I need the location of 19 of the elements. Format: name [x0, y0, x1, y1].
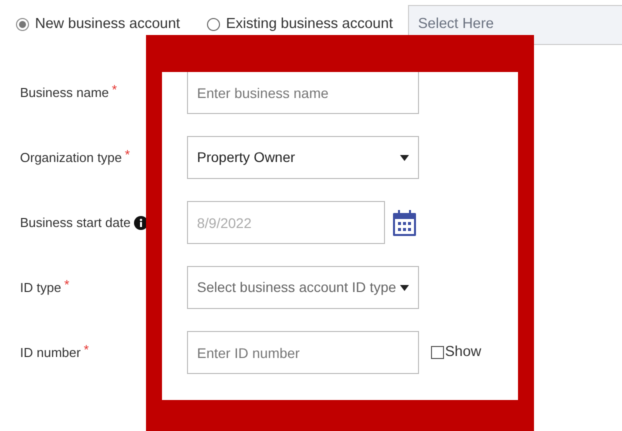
required-mark: *: [64, 276, 70, 294]
dropdown[interactable]: Property Owner: [187, 136, 419, 179]
field-label: Business start date: [20, 214, 131, 232]
show-checkbox[interactable]: Show: [431, 342, 482, 364]
field-label: Organization type: [20, 148, 122, 167]
dropdown[interactable]: Select business account ID type: [187, 266, 419, 309]
required-mark: *: [112, 80, 117, 99]
calendar-icon[interactable]: [393, 210, 416, 236]
text-input[interactable]: Enter business name: [187, 71, 419, 114]
caret-icon: [400, 284, 409, 290]
field-label: ID number: [20, 344, 81, 362]
required-mark: *: [124, 146, 130, 164]
text-input[interactable]: Enter ID number: [187, 331, 419, 374]
radio-option[interactable]: Existing business account: [207, 14, 408, 36]
required-mark: *: [84, 340, 89, 359]
field-label: Business name: [20, 84, 109, 102]
radio-option[interactable]: New business account: [16, 14, 191, 36]
field-label: ID type: [20, 278, 62, 297]
caret-icon: [400, 154, 409, 160]
